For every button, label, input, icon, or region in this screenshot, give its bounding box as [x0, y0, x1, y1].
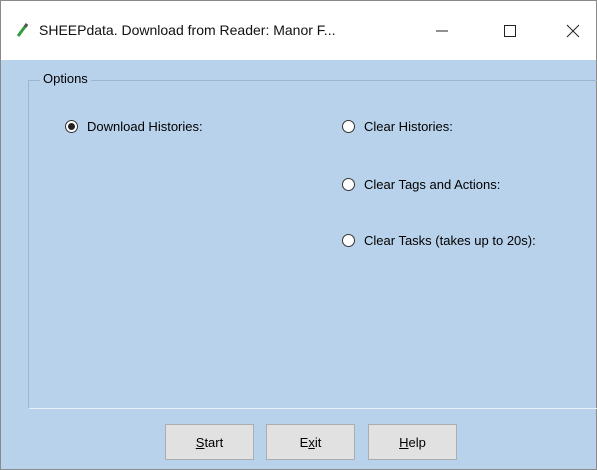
minimize-button[interactable] — [419, 1, 465, 60]
options-group-label: Options — [40, 71, 91, 86]
exit-button[interactable]: Ex it — [266, 424, 355, 460]
clear-histories-label: Clear Histories: — [364, 119, 453, 134]
maximize-button[interactable] — [487, 1, 533, 60]
minimize-icon — [436, 30, 448, 31]
download-histories-radio[interactable]: Download Histories: — [65, 119, 203, 134]
start-button[interactable]: Start — [165, 424, 254, 460]
start-mnemonic: S — [195, 434, 205, 450]
help-label-rest: elp — [408, 434, 426, 450]
title-bar[interactable]: SHEEPdata. Download from Reader: Manor F… — [1, 1, 596, 60]
help-button[interactable]: Help — [368, 424, 457, 460]
exit-label-pre: E — [299, 434, 309, 450]
radio-unselected-icon — [342, 120, 355, 133]
help-mnemonic: H — [399, 434, 409, 450]
start-label-rest: tart — [204, 434, 224, 450]
clear-tasks-label: Clear Tasks (takes up to 20s): — [364, 233, 536, 248]
exit-label-rest: it — [314, 434, 322, 450]
clear-histories-radio[interactable]: Clear Histories: — [342, 119, 453, 134]
window-title: SHEEPdata. Download from Reader: Manor F… — [39, 22, 336, 38]
radio-unselected-icon — [342, 234, 355, 247]
app-window: SHEEPdata. Download from Reader: Manor F… — [0, 0, 597, 470]
clear-tags-actions-label: Clear Tags and Actions: — [364, 177, 501, 192]
close-button[interactable] — [550, 1, 596, 60]
radio-unselected-icon — [342, 178, 355, 191]
client-area: Options Download Histories: Clear Histor… — [1, 60, 597, 469]
radio-selected-icon — [65, 120, 78, 133]
clear-tasks-radio[interactable]: Clear Tasks (takes up to 20s): — [342, 233, 536, 248]
clear-tags-actions-radio[interactable]: Clear Tags and Actions: — [342, 177, 500, 192]
maximize-icon — [504, 24, 516, 37]
pencil-icon — [16, 23, 29, 37]
download-histories-label: Download Histories: — [87, 119, 203, 134]
close-icon — [566, 24, 580, 37]
